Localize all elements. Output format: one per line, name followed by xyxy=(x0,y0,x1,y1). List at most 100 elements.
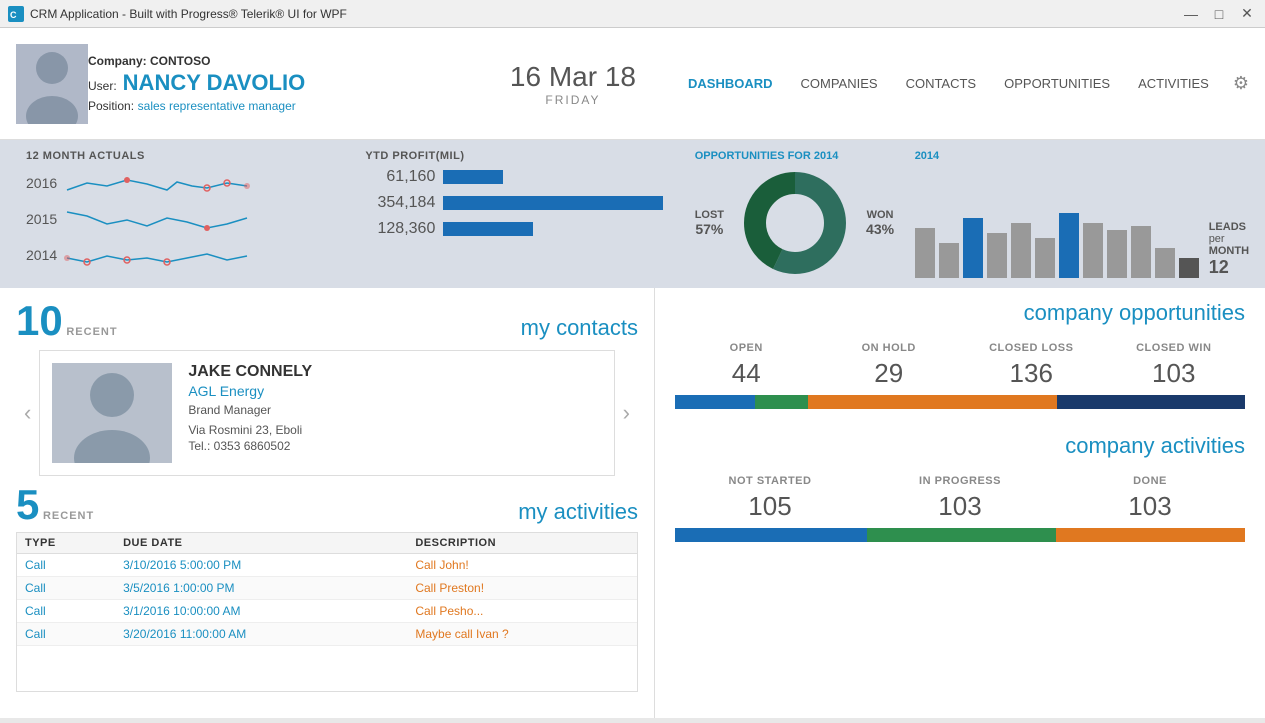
comp-act-in-progress-value: 103 xyxy=(865,491,1055,522)
contact-photo xyxy=(52,363,172,463)
opp-closed-win-label: CLOSED WIN xyxy=(1103,342,1246,354)
contacts-count: 10 xyxy=(16,297,63,344)
bar-3 xyxy=(963,218,983,278)
nav-opportunities[interactable]: OPPORTUNITIES xyxy=(992,70,1122,97)
minimize-button[interactable]: — xyxy=(1181,6,1201,22)
bar-9 xyxy=(1107,230,1127,278)
activity-type-2[interactable]: Call xyxy=(17,577,115,600)
sparkline-2015: 2015 xyxy=(26,204,345,234)
bar-12 xyxy=(1179,258,1199,278)
opp-stats: OPEN 44 ON HOLD 29 CLOSED LOSS 136 CLOSE… xyxy=(675,342,1245,389)
company-field: Company: CONTOSO xyxy=(88,54,470,68)
actuals-title: 12 MONTH ACTUALS xyxy=(26,150,345,162)
opp-bar-closed-loss xyxy=(808,395,1056,409)
contacts-title: my contacts xyxy=(126,315,638,341)
bar-11 xyxy=(1155,248,1175,278)
barchart-bars xyxy=(915,168,1199,278)
profit-section: YTD PROFIT(MIL) 61,160 354,184 128,360 xyxy=(355,150,694,246)
activity-desc-2[interactable]: Call Preston! xyxy=(407,577,637,600)
legend-month: MONTH xyxy=(1209,245,1249,257)
activity-type-1[interactable]: Call xyxy=(17,554,115,577)
opp-bar-open xyxy=(675,395,755,409)
date-display: 16 Mar 18 FRIDAY xyxy=(510,61,636,107)
activities-header-row: TYPE DUE DATE DESCRIPTION xyxy=(17,533,637,554)
nav-companies[interactable]: COMPANIES xyxy=(789,70,890,97)
activity-desc-3[interactable]: Call Pesho... xyxy=(407,600,637,623)
profit-bar-2016 xyxy=(443,170,684,184)
barchart-legend: LEADS per MONTH 12 xyxy=(1209,221,1249,278)
activities-table-wrapper[interactable]: TYPE DUE DATE DESCRIPTION Call 3/10/2016… xyxy=(16,532,638,692)
opp-title: company opportunities xyxy=(675,300,1245,326)
nav-activities[interactable]: ACTIVITIES xyxy=(1126,70,1221,97)
opp-open: OPEN 44 xyxy=(675,342,818,389)
activity-date-3: 3/1/2016 10:00:00 AM xyxy=(115,600,407,623)
nav-contacts[interactable]: CONTACTS xyxy=(894,70,989,97)
opp-closed-loss: CLOSED LOSS 136 xyxy=(960,342,1103,389)
profit-2015: 354,184 xyxy=(365,194,684,212)
activity-date-2: 3/5/2016 1:00:00 PM xyxy=(115,577,407,600)
comp-act-not-started-value: 105 xyxy=(675,491,865,522)
profit-bar-fill-2014 xyxy=(443,222,533,236)
activity-row-3: Call 3/1/2016 10:00:00 AM Call Pesho... xyxy=(17,600,637,623)
barchart-section: 2014 LEADS per MONTH 12 xyxy=(915,150,1249,278)
activity-type-3[interactable]: Call xyxy=(17,600,115,623)
barchart-title: 2014 xyxy=(915,150,1249,162)
col-date: DUE DATE xyxy=(115,533,407,554)
user-label: User: xyxy=(88,79,117,93)
activity-desc-1[interactable]: Call John! xyxy=(407,554,637,577)
main-content: 10 RECENT my contacts ‹ xyxy=(0,288,1265,718)
profit-bar-2015 xyxy=(443,196,684,210)
contacts-count-group: 10 RECENT xyxy=(16,300,118,342)
comp-act-stats: NOT STARTED 105 IN PROGRESS 103 DONE 103 xyxy=(675,475,1245,522)
activities-header: 5 RECENT my activities xyxy=(16,484,638,526)
close-button[interactable]: ✕ xyxy=(1237,6,1257,22)
lost-pct: 57% xyxy=(695,221,723,237)
activities-title: my activities xyxy=(102,499,638,525)
comp-act-bar xyxy=(675,528,1245,542)
sparkline-2014-svg xyxy=(62,240,262,270)
won-label-area: WON 43% xyxy=(866,209,894,237)
sparkline-2015-svg xyxy=(62,204,262,234)
comp-act-bar-in-progress xyxy=(867,528,1056,542)
opp-bar-closed-win xyxy=(1057,395,1245,409)
activity-date-4: 3/20/2016 11:00:00 AM xyxy=(115,623,407,646)
comp-act-in-progress-label: IN PROGRESS xyxy=(865,475,1055,487)
comp-act-done-label: DONE xyxy=(1055,475,1245,487)
title-bar: C CRM Application - Built with Progress®… xyxy=(0,0,1265,28)
comp-act-done-value: 103 xyxy=(1055,491,1245,522)
position-value: sales representative manager xyxy=(138,99,296,113)
activities-count-label: RECENT xyxy=(43,510,94,522)
day-value: FRIDAY xyxy=(510,93,636,107)
contact-tel: Tel.: 0353 6860502 xyxy=(188,439,601,453)
carousel-next[interactable]: › xyxy=(615,400,638,426)
profit-bar-2014 xyxy=(443,222,684,236)
user-avatar xyxy=(16,44,88,124)
app-icon: C xyxy=(8,6,24,22)
profit-title: YTD PROFIT(MIL) xyxy=(365,150,684,162)
date-value: 16 Mar 18 xyxy=(510,61,636,93)
comp-act-title: company activities xyxy=(675,433,1245,459)
activities-count-group: 5 RECENT xyxy=(16,484,94,526)
contact-name: JAKE CONNELY xyxy=(188,363,601,381)
nav-dashboard[interactable]: DASHBOARD xyxy=(676,70,785,97)
col-desc: DESCRIPTION xyxy=(407,533,637,554)
profit-bar-fill-2015 xyxy=(443,196,663,210)
contact-card: JAKE CONNELY AGL Energy Brand Manager Vi… xyxy=(39,350,614,476)
activity-type-4[interactable]: Call xyxy=(17,623,115,646)
donut-wrapper: LOST 57% WON 43% xyxy=(695,168,915,278)
profit-2014: 128,360 xyxy=(365,220,684,238)
settings-icon[interactable]: ⚙ xyxy=(1233,73,1249,94)
carousel-prev[interactable]: ‹ xyxy=(16,400,39,426)
contact-role: Brand Manager xyxy=(188,403,601,417)
activity-desc-4[interactable]: Maybe call Ivan ? xyxy=(407,623,637,646)
profit-value-2016: 61,160 xyxy=(365,168,435,186)
user-info: Company: CONTOSO User: NANCY DAVOLIO Pos… xyxy=(88,54,470,113)
activities-count: 5 xyxy=(16,481,39,528)
opp-closed-loss-label: CLOSED LOSS xyxy=(960,342,1103,354)
maximize-button[interactable]: □ xyxy=(1209,6,1229,22)
contacts-header: 10 RECENT my contacts xyxy=(16,300,638,342)
user-name: NANCY DAVOLIO xyxy=(123,70,306,96)
bar-8 xyxy=(1083,223,1103,278)
legend-leads: LEADS xyxy=(1209,221,1249,233)
svg-text:C: C xyxy=(10,10,17,20)
